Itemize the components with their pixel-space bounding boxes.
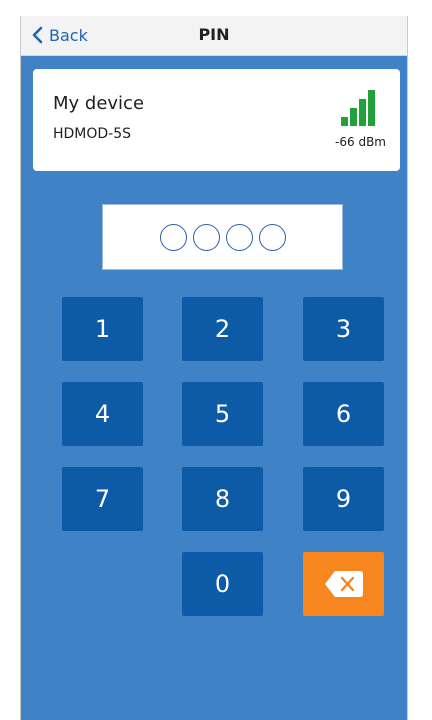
keypad-key-7[interactable]: 7 <box>62 467 143 531</box>
keypad-key-3[interactable]: 3 <box>303 297 384 361</box>
page-title: PIN <box>198 25 230 44</box>
signal-bar <box>368 90 375 126</box>
keypad-key-1[interactable]: 1 <box>62 297 143 361</box>
signal-strength-icon <box>341 90 375 126</box>
signal-bar <box>350 108 357 126</box>
pin-digit-indicator <box>258 223 286 251</box>
signal-strength-value: -66 dBm <box>335 135 386 149</box>
signal-bar <box>359 99 366 126</box>
device-name: My device <box>53 93 145 114</box>
app-screen: Back PIN My device HDMOD-5S -66 dBm 123 4… <box>20 16 408 720</box>
pin-digit-indicator <box>192 223 220 251</box>
screen-frame: Back PIN My device HDMOD-5S -66 dBm 123 4… <box>0 0 432 720</box>
pin-display <box>102 204 343 270</box>
backspace-icon <box>324 571 363 597</box>
navigation-bar: Back PIN <box>21 16 407 56</box>
device-card: My device HDMOD-5S -66 dBm <box>33 69 400 171</box>
pin-digit-indicator <box>159 223 187 251</box>
keypad-key-9[interactable]: 9 <box>303 467 384 531</box>
keypad-key-8[interactable]: 8 <box>182 467 263 531</box>
keypad-key-2[interactable]: 2 <box>182 297 263 361</box>
backspace-button[interactable] <box>303 552 384 616</box>
signal-bar <box>341 117 348 126</box>
pin-digit-indicator <box>225 223 253 251</box>
device-model: HDMOD-5S <box>53 126 132 142</box>
keypad-key-6[interactable]: 6 <box>303 382 384 446</box>
keypad-key-0[interactable]: 0 <box>182 552 263 616</box>
keypad-key-5[interactable]: 5 <box>182 382 263 446</box>
keypad-key-4[interactable]: 4 <box>62 382 143 446</box>
